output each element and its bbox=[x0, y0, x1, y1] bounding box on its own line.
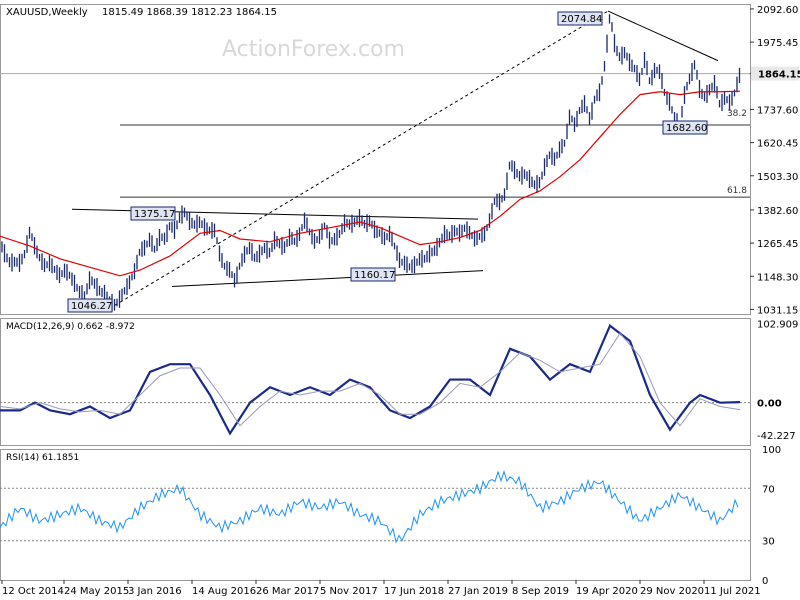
fib-label: 61.8 bbox=[727, 186, 747, 196]
x-tick-label: 3 Jan 2016 bbox=[128, 586, 182, 597]
watermark: ActionForex.com bbox=[222, 37, 405, 62]
x-tick-label: 29 Nov 2020 bbox=[640, 586, 704, 597]
rsi-y-label: 100 bbox=[762, 445, 781, 456]
x-tick-label: 5 Nov 2017 bbox=[320, 586, 378, 597]
x-tick-label: 8 Sep 2019 bbox=[512, 586, 569, 597]
y-tick-label: 1737.60 bbox=[757, 105, 798, 116]
x-tick-label: 24 May 2015 bbox=[64, 586, 129, 597]
y-tick-label: 1503.30 bbox=[757, 172, 798, 183]
annotation-label: 1375.17 bbox=[134, 209, 175, 220]
y-tick-label: 1031.15 bbox=[757, 305, 798, 316]
last-price-label: 1864.15 bbox=[758, 70, 800, 81]
macd-y-label: 102.909 bbox=[757, 319, 798, 330]
rsi-y-label: 0 bbox=[762, 576, 768, 587]
chart-title: XAUUSD,Weekly bbox=[6, 7, 88, 18]
x-tick-label: 19 Apr 2020 bbox=[576, 586, 638, 597]
x-tick-label: 11 Jul 2021 bbox=[704, 586, 761, 597]
rsi-y-label: 70 bbox=[762, 484, 775, 495]
y-tick-label: 1975.45 bbox=[757, 38, 798, 49]
annotation-label: 1160.17 bbox=[354, 270, 395, 281]
y-tick-label: 2092.60 bbox=[757, 5, 798, 16]
macd-y-label: -42.227 bbox=[757, 431, 796, 442]
chart: 38.261.8 2074.841375.171160.171046.27168… bbox=[0, 0, 800, 600]
rsi-y-label: 30 bbox=[762, 537, 775, 548]
y-tick-label: 1620.45 bbox=[757, 139, 798, 150]
y-tick-label: 1382.60 bbox=[757, 206, 798, 217]
annotation-label: 1682.60 bbox=[666, 123, 707, 134]
x-tick-label: 14 Aug 2016 bbox=[192, 586, 256, 597]
annotation-label: 2074.84 bbox=[561, 14, 602, 25]
x-tick-label: 12 Oct 2014 bbox=[2, 586, 64, 597]
annotation-label: 1046.27 bbox=[71, 301, 112, 312]
rsi-title: RSI(14) 61.1851 bbox=[6, 453, 79, 463]
x-tick-label: 26 Mar 2017 bbox=[256, 586, 319, 597]
ohlc-readout: 1815.49 1868.39 1812.23 1864.15 bbox=[102, 7, 277, 18]
x-tick-label: 27 Jan 2019 bbox=[448, 586, 508, 597]
x-tick-label: 17 Jun 2018 bbox=[384, 586, 444, 597]
y-tick-label: 1148.30 bbox=[757, 272, 798, 283]
y-tick-label: 1265.45 bbox=[757, 239, 798, 250]
macd-y-label: 0.00 bbox=[757, 399, 782, 410]
macd-title: MACD(12,26,9) 0.662 -8.972 bbox=[6, 322, 135, 332]
